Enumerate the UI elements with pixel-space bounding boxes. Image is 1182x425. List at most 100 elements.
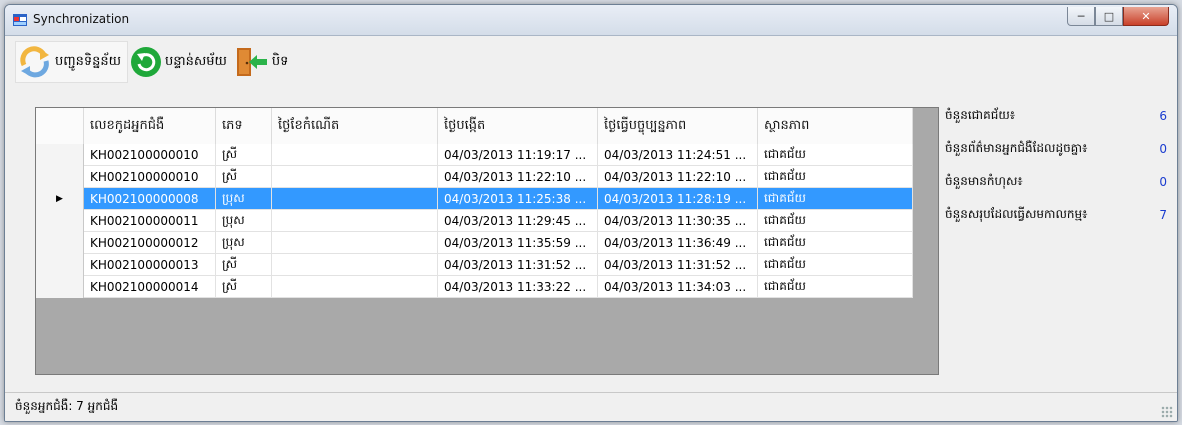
table-row[interactable]: KH002100000010 ស្រី 04/03/2013 11:19:17 ..… [36, 144, 913, 166]
table-row[interactable]: ▶ KH002100000008 ប្រុស 04/03/2013 11:25:38 … [36, 188, 913, 210]
cell-created[interactable]: 04/03/2013 11:35:59 ... [438, 232, 598, 254]
cell-code[interactable]: KH002100000014 [84, 276, 216, 298]
maximize-button[interactable]: □ [1095, 7, 1123, 26]
stat-duplicate: ចំនួនព័ត៌មានអ្នកជំងឺដែលដូចគ្នា៖ 0 [945, 136, 1167, 169]
cell-status[interactable]: ជោគជ័យ [758, 276, 913, 298]
row-header[interactable] [36, 232, 84, 254]
row-header[interactable] [36, 144, 84, 166]
stat-error-value: 0 [1159, 175, 1167, 189]
send-data-label: បញ្ជូនទិន្នន័យ [55, 53, 122, 69]
table-row[interactable]: KH002100000013 ស្រី 04/03/2013 11:31:52 ..… [36, 254, 913, 276]
stat-total-value: 7 [1159, 208, 1167, 222]
cell-status[interactable]: ជោគជ័យ [758, 188, 913, 210]
cell-code[interactable]: KH002100000008 [84, 188, 216, 210]
cell-updated[interactable]: 04/03/2013 11:22:10 ... [598, 166, 758, 188]
row-header[interactable] [36, 166, 84, 188]
row-header[interactable]: ▶ [36, 188, 84, 210]
exit-door-icon [236, 48, 267, 76]
row-header[interactable] [36, 254, 84, 276]
cell-code[interactable]: KH002100000013 [84, 254, 216, 276]
sync-arrows-icon [20, 46, 49, 78]
stat-error: ចំនួនមានកំហុស៖ 0 [945, 169, 1167, 202]
sync-stats-panel: ចំនួនជោគជ័យ៖ 6 ចំនួនព័ត៌មានអ្នកជំងឺដែលដូ… [945, 103, 1167, 235]
row-header[interactable] [36, 210, 84, 232]
cell-updated[interactable]: 04/03/2013 11:34:03 ... [598, 276, 758, 298]
cell-status[interactable]: ជោគជ័យ [758, 166, 913, 188]
cell-status[interactable]: ជោគជ័យ [758, 144, 913, 166]
minimize-button[interactable]: ─ [1067, 7, 1095, 26]
cell-code[interactable]: KH002100000012 [84, 232, 216, 254]
cell-status[interactable]: ជោគជ័យ [758, 210, 913, 232]
close-icon: ✕ [1141, 9, 1151, 23]
cell-dob[interactable] [272, 144, 438, 166]
sync-window: Synchronization ─ □ ✕ បញ្ជូនទិន្នន័យ បន្… [4, 4, 1178, 422]
cell-updated[interactable]: 04/03/2013 11:31:52 ... [598, 254, 758, 276]
cell-sex[interactable]: ប្រុស [216, 210, 272, 232]
patient-count-status: ចំនួនអ្នកជំងឺ: 7 អ្នកជំងឺ [15, 399, 119, 413]
stat-duplicate-value: 0 [1159, 142, 1167, 156]
exit-label: បិទ [271, 53, 289, 69]
cell-sex[interactable]: ស្រី [216, 254, 272, 276]
app-window-icon [13, 14, 27, 26]
table-row[interactable]: KH002100000012 ប្រុស 04/03/2013 11:35:59 .… [36, 232, 913, 254]
cell-dob[interactable] [272, 166, 438, 188]
cell-code[interactable]: KH002100000010 [84, 166, 216, 188]
status-bar: ចំនួនអ្នកជំងឺ: 7 អ្នកជំងឺ [5, 392, 1177, 421]
refresh-button[interactable]: បន្ទាន់សម័យ [128, 42, 233, 82]
stat-total-label: ចំនួនសរុបដែលធ្វើសមកាលកម្ម៖ [945, 207, 1088, 221]
cell-created[interactable]: 04/03/2013 11:22:10 ... [438, 166, 598, 188]
cell-dob[interactable] [272, 210, 438, 232]
stat-error-label: ចំនួនមានកំហុស៖ [945, 174, 1023, 188]
cell-sex[interactable]: ស្រី [216, 144, 272, 166]
column-header-created[interactable]: ថ្ងៃបង្កើត [438, 108, 598, 144]
stat-success-label: ចំនួនជោគជ័យ៖ [945, 108, 1016, 122]
minimize-icon: ─ [1077, 9, 1085, 23]
column-header-updated[interactable]: ថ្ងៃធ្វើបច្ចុប្បន្នភាព [598, 108, 758, 144]
current-row-indicator-icon: ▶ [56, 194, 63, 204]
patients-grid[interactable]: លេខកូដអ្នកជំងឺ ភេទ ថ្ងៃខែកំណើត ថ្ងៃបង្កើ… [35, 107, 939, 375]
cell-status[interactable]: ជោគជ័យ [758, 232, 913, 254]
table-row[interactable]: KH002100000014 ស្រី 04/03/2013 11:33:22 ..… [36, 276, 913, 298]
cell-updated[interactable]: 04/03/2013 11:28:19 ... [598, 188, 758, 210]
cell-created[interactable]: 04/03/2013 11:29:45 ... [438, 210, 598, 232]
table-row[interactable]: KH002100000010 ស្រី 04/03/2013 11:22:10 ..… [36, 166, 913, 188]
cell-dob[interactable] [272, 254, 438, 276]
resize-grip-icon[interactable] [1161, 406, 1173, 418]
column-header-sex[interactable]: ភេទ [216, 108, 272, 144]
column-header-status[interactable]: ស្ថានភាព [758, 108, 913, 144]
cell-sex[interactable]: ស្រី [216, 166, 272, 188]
cell-code[interactable]: KH002100000010 [84, 144, 216, 166]
row-header-corner [36, 108, 84, 144]
window-controls: ─ □ ✕ [1067, 7, 1169, 27]
grid-header: លេខកូដអ្នកជំងឺ ភេទ ថ្ងៃខែកំណើត ថ្ងៃបង្កើ… [36, 108, 913, 145]
refresh-icon [131, 47, 162, 77]
cell-status[interactable]: ជោគជ័យ [758, 254, 913, 276]
exit-button[interactable]: បិទ [233, 42, 295, 82]
column-header-dob[interactable]: ថ្ងៃខែកំណើត [272, 108, 438, 144]
cell-created[interactable]: 04/03/2013 11:25:38 ... [438, 188, 598, 210]
stat-total: ចំនួនសរុបដែលធ្វើសមកាលកម្ម៖ 7 [945, 202, 1167, 235]
send-data-button[interactable]: បញ្ជូនទិន្នន័យ [15, 41, 129, 83]
cell-created[interactable]: 04/03/2013 11:19:17 ... [438, 144, 598, 166]
cell-updated[interactable]: 04/03/2013 11:36:49 ... [598, 232, 758, 254]
column-header-code[interactable]: លេខកូដអ្នកជំងឺ [84, 108, 216, 144]
row-header[interactable] [36, 276, 84, 298]
cell-sex[interactable]: ប្រុស [216, 188, 272, 210]
grid-header-spacer [913, 108, 938, 144]
table-row[interactable]: KH002100000011 ប្រុស 04/03/2013 11:29:45 .… [36, 210, 913, 232]
cell-dob[interactable] [272, 188, 438, 210]
cell-updated[interactable]: 04/03/2013 11:24:51 ... [598, 144, 758, 166]
refresh-label: បន្ទាន់សម័យ [165, 53, 227, 69]
cell-created[interactable]: 04/03/2013 11:31:52 ... [438, 254, 598, 276]
cell-updated[interactable]: 04/03/2013 11:30:35 ... [598, 210, 758, 232]
cell-sex[interactable]: ប្រុស [216, 232, 272, 254]
cell-sex[interactable]: ស្រី [216, 276, 272, 298]
stat-success-value: 6 [1159, 109, 1167, 123]
close-window-button[interactable]: ✕ [1123, 7, 1169, 26]
cell-dob[interactable] [272, 276, 438, 298]
cell-created[interactable]: 04/03/2013 11:33:22 ... [438, 276, 598, 298]
stat-success: ចំនួនជោគជ័យ៖ 6 [945, 103, 1167, 136]
cell-code[interactable]: KH002100000011 [84, 210, 216, 232]
title-bar[interactable]: Synchronization ─ □ ✕ [5, 5, 1177, 36]
cell-dob[interactable] [272, 232, 438, 254]
